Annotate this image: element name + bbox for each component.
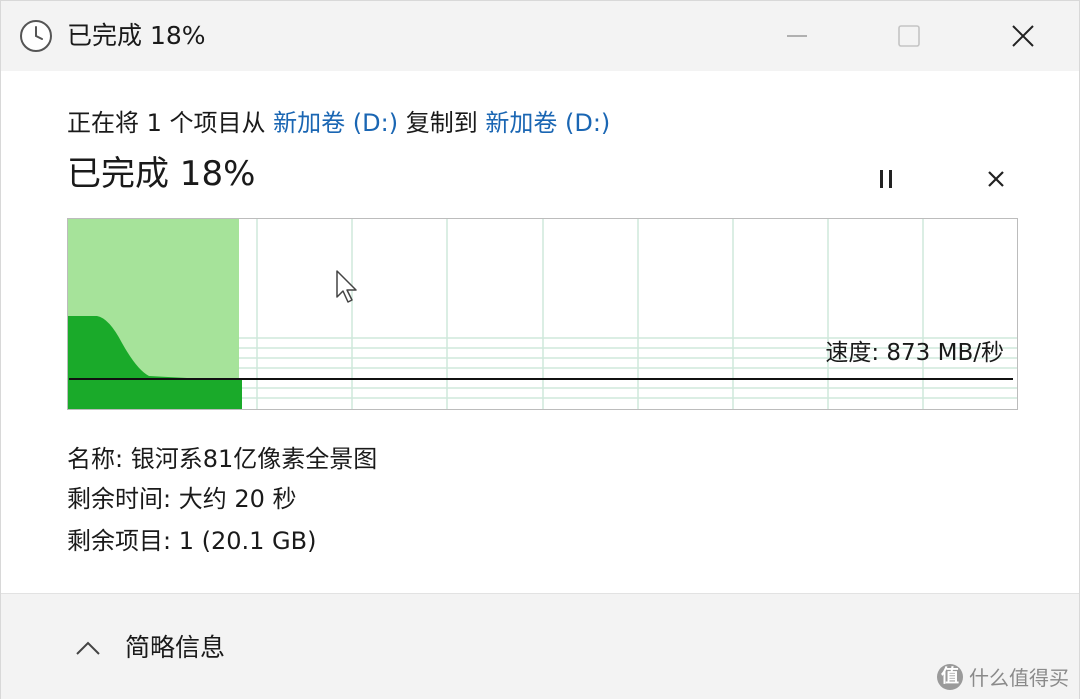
copy-progress-window: 已完成 18% 正在将 1 个项目从 新加卷 (D:) 复制到 新加卷 (D:)…	[0, 0, 1080, 699]
close-icon	[1012, 25, 1034, 47]
cancel-icon	[988, 171, 1004, 187]
time-remaining: 剩余时间: 大约 20 秒	[67, 485, 297, 513]
watermark: 值 什么值得买	[937, 662, 1069, 691]
chevron-up-icon	[76, 641, 100, 655]
mouse-cursor-icon	[335, 269, 361, 309]
progress-title: 已完成 18%	[67, 154, 256, 194]
speed-graph: 速度: 873 MB/秒	[67, 218, 1018, 410]
pause-icon	[880, 170, 892, 188]
maximize-icon	[898, 25, 920, 47]
title-bar[interactable]: 已完成 18%	[1, 1, 1079, 71]
items-remaining: 剩余项目: 1 (20.1 GB)	[67, 527, 317, 555]
dialog-footer: 简略信息 值 什么值得买	[1, 593, 1079, 699]
copy-description: 正在将 1 个项目从 新加卷 (D:) 复制到 新加卷 (D:)	[67, 105, 610, 141]
pause-button[interactable]	[866, 159, 906, 199]
copy-middle: 复制到	[398, 109, 486, 137]
watermark-logo-icon: 值	[937, 663, 963, 690]
minimize-icon	[787, 35, 807, 37]
speed-graph-canvas	[67, 218, 1018, 410]
less-info-label: 简略信息	[125, 633, 226, 662]
destination-folder-link[interactable]: 新加卷 (D:)	[485, 109, 610, 137]
speed-history-bar	[68, 378, 242, 409]
clock-icon	[19, 19, 53, 53]
less-info-toggle[interactable]: 简略信息	[75, 630, 225, 666]
speed-label: 速度: 873 MB/秒	[825, 340, 1004, 366]
maximize-button[interactable]	[883, 11, 935, 61]
file-name: 名称: 银河系81亿像素全景图	[67, 445, 378, 473]
cancel-copy-button[interactable]	[976, 159, 1016, 199]
watermark-text: 什么值得买	[969, 666, 1069, 690]
minimize-button[interactable]	[771, 11, 823, 61]
close-window-button[interactable]	[997, 11, 1049, 61]
source-folder-link[interactable]: 新加卷 (D:)	[273, 109, 398, 137]
copy-prefix: 正在将 1 个项目从	[67, 109, 274, 137]
window-title: 已完成 18%	[67, 21, 206, 50]
